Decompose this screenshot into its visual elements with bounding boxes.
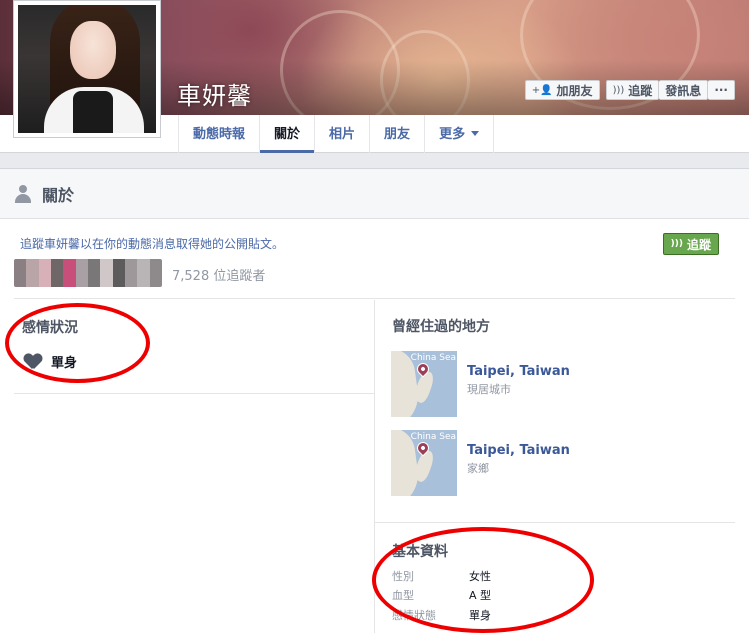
more-options-button[interactable]: ··· bbox=[708, 80, 735, 100]
follow-button[interactable]: ))) 追蹤 bbox=[605, 80, 660, 100]
profile-name[interactable]: 車妍馨 bbox=[177, 76, 252, 111]
tab-about[interactable]: 關於 bbox=[259, 115, 314, 153]
basic-info-label: 感情狀態 bbox=[392, 609, 436, 622]
follow-section: 追蹤車妍馨以在你的動態消息取得她的公開貼文。 7,528 位追蹤者 ))) 追蹤 bbox=[14, 219, 735, 299]
relationship-section: 感情狀況 單身 bbox=[14, 300, 374, 394]
more-options-label: ··· bbox=[714, 83, 728, 97]
profile-tabs: 動態時報 關於 相片 朋友 更多 bbox=[178, 115, 495, 153]
place-item: China Sea Taipei, Taiwan 現居城市 bbox=[391, 351, 721, 417]
tab-label: 關於 bbox=[274, 127, 301, 142]
place-type: 現居城市 bbox=[467, 383, 511, 396]
add-friend-label: 加朋友 bbox=[556, 83, 593, 98]
tab-more[interactable]: 更多 bbox=[424, 115, 495, 153]
place-item: China Sea Taipei, Taiwan 家鄉 bbox=[391, 430, 721, 496]
map-sea-label: China Sea bbox=[410, 353, 456, 363]
rss-icon: ))) bbox=[612, 84, 625, 96]
places-title: 曾經住過的地方 bbox=[392, 319, 490, 335]
tab-label: 相片 bbox=[329, 127, 356, 142]
basic-info-row: 血型 A 型 bbox=[392, 587, 491, 603]
follow-prompt[interactable]: 追蹤車妍馨以在你的動態消息取得她的公開貼文。 bbox=[20, 235, 284, 252]
tab-label: 動態時報 bbox=[193, 127, 246, 142]
chevron-down-icon bbox=[471, 131, 480, 136]
follower-count[interactable]: 7,528 位追蹤者 bbox=[172, 265, 265, 284]
follow-message-group: ))) 追蹤 發訊息 ··· bbox=[605, 80, 735, 100]
add-friend-icon: +👤 bbox=[531, 84, 553, 96]
rss-icon: ))) bbox=[670, 239, 683, 249]
basic-info-row: 性別 女性 bbox=[392, 568, 491, 584]
add-friend-button[interactable]: +👤 加朋友 bbox=[524, 80, 600, 100]
basic-info-value: 女性 bbox=[469, 570, 491, 583]
tab-photos[interactable]: 相片 bbox=[314, 115, 369, 153]
about-panel: 關於 追蹤車妍馨以在你的動態消息取得她的公開貼文。 7,528 位追蹤者 )))… bbox=[0, 168, 749, 633]
map-sea-label: China Sea bbox=[410, 432, 456, 442]
message-button[interactable]: 發訊息 bbox=[659, 80, 709, 100]
basic-info-row: 感情狀態 單身 bbox=[392, 607, 491, 623]
message-label: 發訊息 bbox=[665, 83, 702, 98]
about-title: 關於 bbox=[42, 185, 75, 205]
tab-timeline[interactable]: 動態時報 bbox=[178, 115, 259, 153]
tab-label: 更多 bbox=[439, 127, 466, 142]
basic-info-label: 血型 bbox=[392, 589, 414, 602]
basic-info-value: A 型 bbox=[469, 589, 492, 602]
place-name[interactable]: Taipei, Taiwan bbox=[467, 443, 570, 458]
person-icon bbox=[14, 184, 32, 203]
profile-picture[interactable] bbox=[13, 0, 161, 138]
cover-actions: +👤 加朋友 ))) 追蹤 發訊息 ··· bbox=[524, 80, 735, 100]
place-map[interactable]: China Sea bbox=[391, 430, 457, 496]
heart-icon bbox=[24, 354, 42, 370]
places-section: 曾經住過的地方 China Sea Taipei, Taiwan 現居城市 Ch… bbox=[375, 300, 735, 633]
basic-info-section: 基本資料 性別 女性 血型 A 型 感情狀態 單身 bbox=[375, 522, 735, 633]
tab-label: 朋友 bbox=[384, 127, 411, 142]
place-map[interactable]: China Sea bbox=[391, 351, 457, 417]
follower-thumbnails[interactable] bbox=[14, 259, 162, 287]
place-name[interactable]: Taipei, Taiwan bbox=[467, 364, 570, 379]
relationship-status: 單身 bbox=[51, 356, 78, 371]
basic-info-value: 單身 bbox=[469, 609, 491, 622]
follow-green-label: 追蹤 bbox=[686, 237, 711, 252]
relationship-status-row: 單身 bbox=[24, 352, 77, 371]
avatar bbox=[18, 5, 156, 133]
basic-info-title: 基本資料 bbox=[392, 544, 448, 560]
basic-info-label: 性別 bbox=[392, 570, 414, 583]
tab-friends[interactable]: 朋友 bbox=[369, 115, 424, 153]
relationship-title: 感情狀況 bbox=[22, 320, 78, 336]
place-type: 家鄉 bbox=[467, 462, 489, 475]
about-header: 關於 bbox=[0, 169, 749, 219]
follow-green-button[interactable]: ))) 追蹤 bbox=[662, 233, 719, 255]
follow-label: 追蹤 bbox=[628, 83, 653, 98]
